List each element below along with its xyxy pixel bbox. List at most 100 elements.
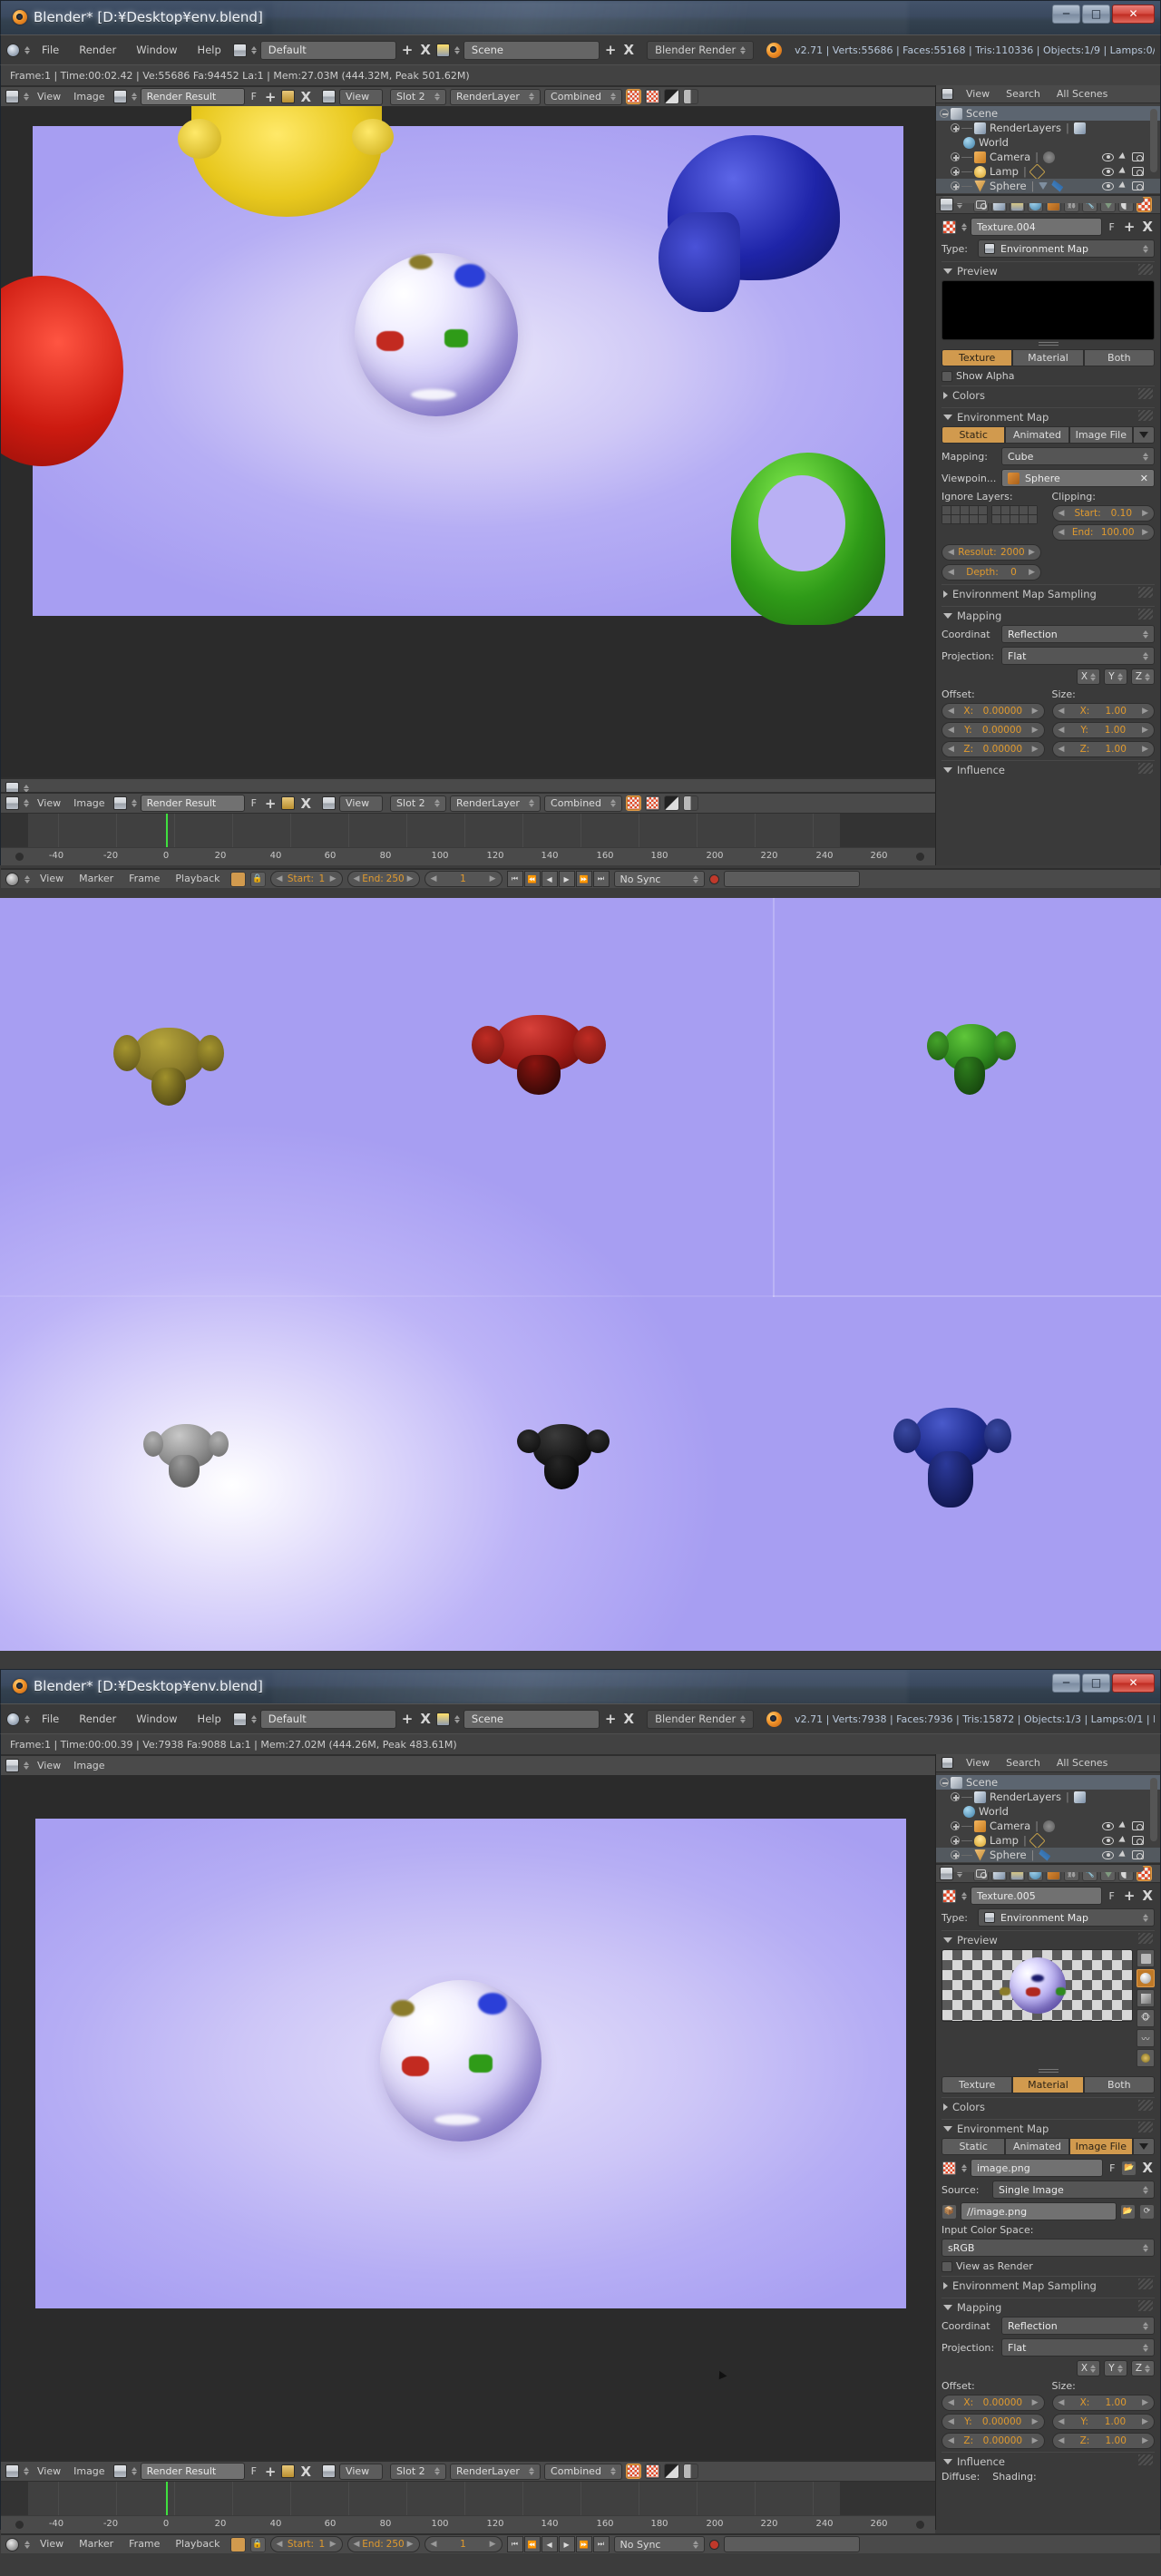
- resolution-field[interactable]: ◀ Resolut: 2000 ▶: [941, 544, 1041, 561]
- screen-layout-field[interactable]: Default: [259, 40, 396, 60]
- outliner-row-lamp[interactable]: Lamp |: [936, 1831, 1160, 1849]
- cursor-icon[interactable]: [1118, 1836, 1127, 1845]
- clock-icon[interactable]: [5, 872, 19, 886]
- envmap-mapping-select[interactable]: Cube: [1001, 447, 1155, 465]
- screen-layout-field[interactable]: Default: [259, 1709, 396, 1729]
- outliner-horizontal-scrollbar[interactable]: [941, 1865, 1144, 1872]
- screen-layout-icon[interactable]: [232, 1712, 247, 1726]
- axis-z-select[interactable]: Z: [1131, 2360, 1155, 2376]
- timeline-menu-frame[interactable]: Frame: [123, 2535, 165, 2553]
- screen-layout-spinner[interactable]: [250, 1714, 257, 1723]
- new-image-button[interactable]: +: [263, 795, 278, 812]
- view-as-render-checkbox[interactable]: [941, 2260, 952, 2272]
- fake-user-button[interactable]: F: [249, 795, 259, 813]
- info-icon[interactable]: [6, 1712, 20, 1726]
- render-pass-select[interactable]: Combined: [544, 88, 623, 105]
- fullscreen-render-view[interactable]: [0, 898, 1161, 1651]
- image-editor-icon[interactable]: [5, 90, 19, 103]
- prev-keyframe-button[interactable]: ⏪: [523, 871, 541, 887]
- properties-editor-icon[interactable]: [940, 198, 953, 211]
- ignore-layers-grid[interactable]: [941, 505, 1045, 524]
- eye-icon[interactable]: [1102, 167, 1114, 176]
- menu-image[interactable]: Image: [69, 88, 109, 106]
- outliner-display-mode[interactable]: All Scenes: [1053, 1754, 1111, 1772]
- color-display-icon[interactable]: [626, 89, 642, 104]
- outliner-tree-top[interactable]: Scene RenderLayers | World Camera | Lamp…: [936, 103, 1160, 203]
- size-y-field[interactable]: ◀ Y: 1.00 ▶: [1051, 722, 1155, 738]
- sync-mode-select[interactable]: No Sync: [613, 871, 705, 887]
- expander-icon[interactable]: [951, 123, 960, 132]
- scene-spinner[interactable]: [454, 1714, 460, 1723]
- offset-x-field[interactable]: ◀ X: 0.00000 ▶: [941, 703, 1045, 719]
- panel-preview-header[interactable]: Preview: [941, 1930, 1155, 1949]
- cursor-icon[interactable]: [1118, 1821, 1127, 1830]
- image-datablock-icon[interactable]: [112, 90, 127, 103]
- panel-envsampling-header[interactable]: Environment Map Sampling: [941, 2276, 1155, 2295]
- image-filepath-field[interactable]: //image.png: [961, 2202, 1117, 2220]
- panel-envmap-header[interactable]: Environment Map: [941, 407, 1155, 426]
- panel-preview-header[interactable]: Preview: [941, 261, 1155, 280]
- timeline-menu-view[interactable]: View: [34, 870, 69, 888]
- record-icon[interactable]: [708, 2539, 719, 2550]
- colorspace-select[interactable]: sRGB: [941, 2239, 1155, 2257]
- delete-scene-button[interactable]: X: [622, 42, 637, 58]
- envmap-source-animated[interactable]: Animated: [1005, 426, 1069, 444]
- new-texture-button[interactable]: +: [1122, 1888, 1137, 1904]
- envmap-viewpoint-select[interactable]: Sphere ✕: [1001, 469, 1155, 487]
- new-image-button[interactable]: +: [263, 2464, 278, 2480]
- show-alpha-checkbox[interactable]: [941, 370, 952, 382]
- size-y-field[interactable]: ◀ Y: 1.00 ▶: [1051, 2414, 1155, 2430]
- panel-envsampling-header[interactable]: Environment Map Sampling: [941, 584, 1155, 603]
- zdepth-display-icon[interactable]: [664, 2464, 680, 2479]
- show-alpha-row[interactable]: Show Alpha: [941, 370, 1155, 382]
- lock-icon[interactable]: 🔒: [249, 871, 266, 887]
- play-button[interactable]: ▶: [558, 2536, 575, 2552]
- play-reverse-button[interactable]: ◀: [541, 2536, 558, 2552]
- outliner-display-mode[interactable]: All Scenes: [1053, 85, 1111, 103]
- timeline-menu-view[interactable]: View: [34, 2535, 69, 2553]
- menu-view[interactable]: View: [33, 795, 65, 813]
- cursor-icon[interactable]: [1118, 167, 1127, 176]
- timeline-menu-playback[interactable]: Playback: [170, 2535, 225, 2553]
- frame-end-field[interactable]: ◀ End: 250 ▶: [346, 2536, 420, 2552]
- image-name-field[interactable]: Render Result: [140, 2463, 245, 2480]
- outliner-row-sphere[interactable]: Sphere |: [936, 1848, 1160, 1862]
- maximize-button[interactable]: □: [1082, 5, 1110, 24]
- timeline-track-top[interactable]: [1, 813, 935, 847]
- view-icon[interactable]: [322, 90, 337, 103]
- envmap-source-imagefile[interactable]: Image File: [1068, 2138, 1133, 2155]
- panel-colors-header[interactable]: Colors: [941, 385, 1155, 405]
- flat-preview-icon[interactable]: [1137, 1949, 1155, 1967]
- expander-icon[interactable]: [951, 1792, 960, 1801]
- menu-help[interactable]: Help: [190, 1710, 229, 1728]
- texture-name-field[interactable]: Texture.005: [971, 1887, 1102, 1905]
- camera-render-icon[interactable]: [1132, 1836, 1144, 1845]
- minimize-button[interactable]: ─: [1052, 1673, 1080, 1693]
- alpha-display-icon[interactable]: [645, 795, 661, 811]
- panel-influence-header[interactable]: Influence: [941, 760, 1155, 779]
- outliner-icon[interactable]: [941, 1757, 953, 1769]
- timeline-ruler-bottom[interactable]: -40 -20 0 20 40 60 80 100 120 140 160 18…: [1, 2515, 935, 2533]
- fake-user-button[interactable]: F: [1106, 1890, 1118, 1902]
- size-z-field[interactable]: ◀ Z: 1.00 ▶: [1051, 741, 1155, 757]
- image-editor-type-spinner[interactable]: [24, 93, 29, 101]
- outliner-row-scene[interactable]: Scene: [936, 106, 1160, 121]
- projection-select[interactable]: Flat: [1001, 647, 1155, 665]
- editor-type-spinner[interactable]: [24, 1714, 30, 1723]
- lock-icon[interactable]: 🔒: [249, 2536, 266, 2552]
- menu-image[interactable]: Image: [69, 1757, 109, 1775]
- menu-view[interactable]: View: [33, 88, 65, 106]
- clip-start-field[interactable]: ◀ Start: 0.10 ▶: [1051, 505, 1155, 522]
- new-image-button[interactable]: +: [263, 89, 278, 105]
- render-slot-select[interactable]: Slot 2: [390, 2463, 447, 2480]
- clock-icon[interactable]: [5, 2537, 19, 2552]
- clear-viewpoint-button[interactable]: ✕: [1140, 473, 1148, 484]
- offset-y-field[interactable]: ◀ Y: 0.00000 ▶: [941, 2414, 1045, 2430]
- render-slot-select[interactable]: Slot 2: [390, 88, 447, 105]
- preview-mode-texture[interactable]: Texture: [941, 2076, 1013, 2093]
- outliner-menu-view[interactable]: View: [962, 1754, 993, 1772]
- image-datablock-icon[interactable]: [112, 2464, 127, 2478]
- jump-end-button[interactable]: ⏭: [592, 2536, 610, 2552]
- play-button[interactable]: ▶: [558, 871, 575, 887]
- view-icon[interactable]: [322, 796, 337, 810]
